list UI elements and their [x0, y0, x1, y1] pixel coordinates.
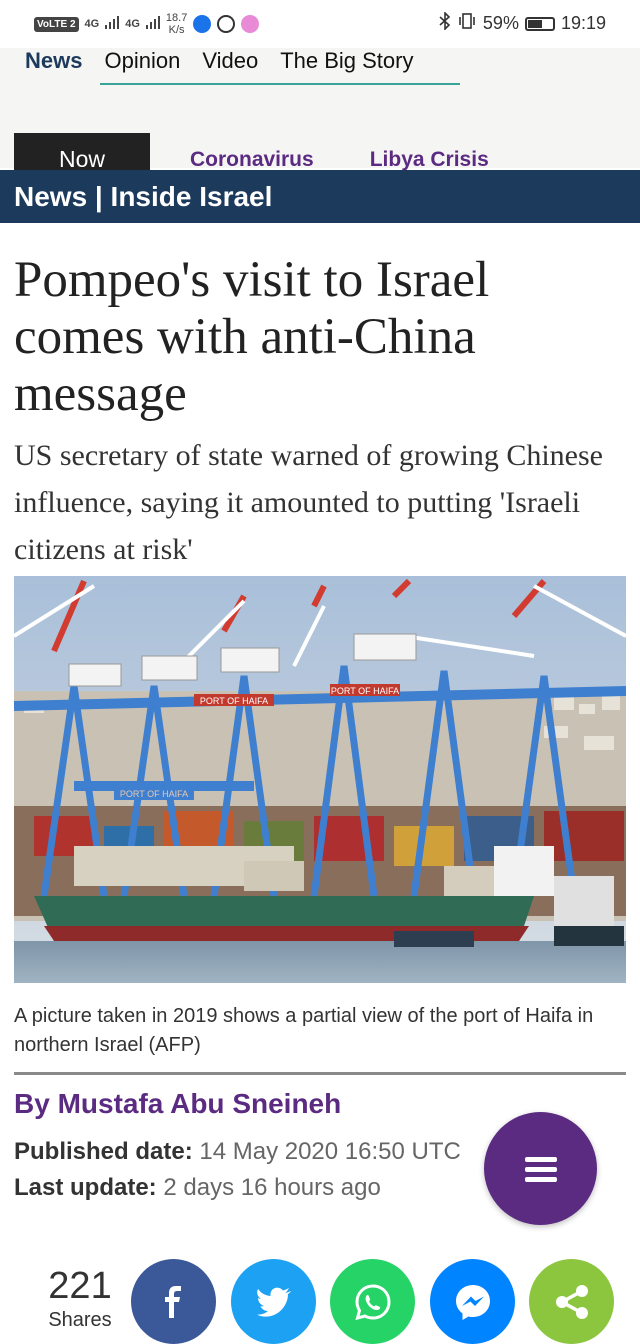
- vibrate-icon: [457, 12, 477, 35]
- messenger-share-button[interactable]: [430, 1259, 515, 1344]
- signal-bars-icon: [145, 15, 160, 34]
- share-icon: [555, 1284, 588, 1319]
- twitter-share-button[interactable]: [231, 1259, 316, 1344]
- share-count-label: Shares: [48, 1309, 112, 1331]
- sign-port-of-haifa: PORT OF HAIFA: [200, 696, 268, 706]
- published-date: Published date: 14 May 2020 16:50 UTC: [14, 1138, 461, 1165]
- volte-badge: VoLTE 2: [34, 16, 79, 32]
- nav-big-story[interactable]: The Big Story: [269, 48, 424, 86]
- bluetooth-icon: [439, 11, 451, 35]
- app-notification-icon: [193, 15, 212, 33]
- app-notification-icon: [241, 15, 260, 33]
- net-speed: 18.7 K/s: [165, 12, 188, 36]
- sign-port-of-haifa: PORT OF HAIFA: [331, 686, 399, 696]
- share-more-button[interactable]: [529, 1259, 614, 1344]
- menu-button[interactable]: [484, 1112, 597, 1225]
- article-headline: Pompeo's visit to Israel comes with anti…: [14, 252, 490, 422]
- tag-libya-crisis[interactable]: Libya Crisis: [370, 148, 489, 172]
- author-byline[interactable]: By Mustafa Abu Sneineh: [14, 1088, 341, 1120]
- signal-2: 4G: [125, 18, 140, 30]
- menu-icon: [524, 1156, 557, 1182]
- whatsapp-icon: [354, 1283, 391, 1320]
- port-haifa-illustration: PORT OF HAIFA PORT OF HAIFA PORT OF HAIF…: [14, 576, 626, 983]
- status-left: VoLTE 2 4G 4G 18.7 K/s: [34, 12, 260, 36]
- status-bar: VoLTE 2 4G 4G 18.7 K/s 59% 19:19: [0, 0, 640, 48]
- whatsapp-share-button[interactable]: [330, 1259, 415, 1344]
- clock: 19:19: [560, 13, 606, 33]
- section-nav: News Opinion Video The Big Story: [14, 48, 424, 86]
- top-navigation: News Opinion Video The Big Story Now Cor…: [0, 48, 640, 186]
- app-notification-icon: [217, 15, 236, 33]
- battery-percent: 59%: [482, 13, 519, 33]
- facebook-icon: [164, 1285, 181, 1318]
- nav-opinion[interactable]: Opinion: [93, 48, 191, 86]
- twitter-icon: [256, 1287, 291, 1317]
- nav-video[interactable]: Video: [191, 48, 269, 86]
- signal-bars-icon: [105, 15, 120, 34]
- byline-divider: [14, 1072, 626, 1075]
- tag-coronavirus[interactable]: Coronavirus: [190, 148, 314, 172]
- messenger-icon: [455, 1284, 490, 1320]
- last-update: Last update: 2 days 16 hours ago: [14, 1174, 381, 1201]
- section-breadcrumb[interactable]: News | Inside Israel: [0, 170, 640, 223]
- facebook-share-button[interactable]: [131, 1259, 216, 1344]
- article-standfirst: US secretary of state warned of growing …: [14, 439, 603, 566]
- sign-port-of-haifa: PORT OF HAIFA: [120, 789, 188, 799]
- nav-news[interactable]: News: [14, 48, 93, 86]
- nav-underline: [100, 83, 460, 85]
- status-right: 59% 19:19: [439, 11, 606, 35]
- article-hero-image[interactable]: PORT OF HAIFA PORT OF HAIFA PORT OF HAIF…: [14, 576, 626, 983]
- image-caption: A picture taken in 2019 shows a partial …: [14, 1005, 594, 1056]
- share-count-number: 221: [48, 1265, 112, 1307]
- battery-icon: [524, 16, 555, 31]
- signal-1: 4G: [84, 18, 100, 30]
- share-count: 221 Shares: [40, 1264, 120, 1332]
